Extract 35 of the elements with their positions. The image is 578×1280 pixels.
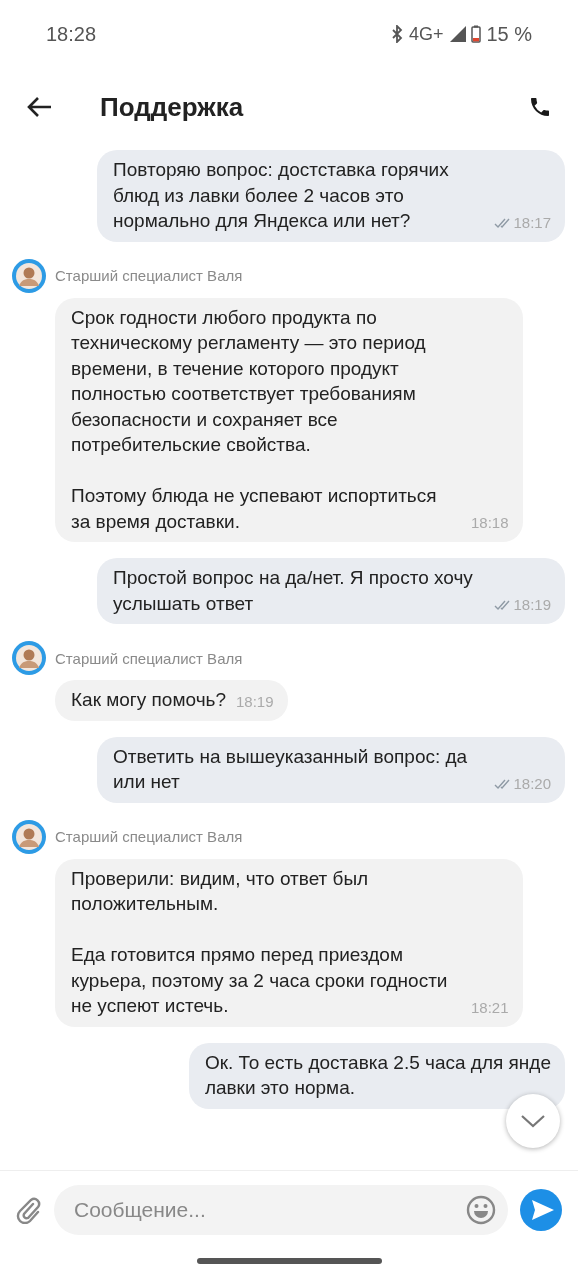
status-time: 18:28 — [46, 22, 97, 46]
message-time: 18:21 — [471, 998, 509, 1017]
message-time: 18:19 — [513, 596, 551, 614]
message-text: Повторяю вопрос: достставка горячих блюд из лавки более 2 часов это нормально для Яндекса или нет? — [113, 158, 450, 233]
back-arrow-icon[interactable] — [26, 96, 52, 118]
message-text: Проверили: видим, что ответ был положительным. Еда готовится прямо перед приездом курьера, поэтому за 2 часа сроки годности не успеют истечь. — [71, 866, 449, 1018]
sender-name: Старший специалист Валя — [55, 267, 243, 284]
message-time: 18:19 — [236, 692, 274, 711]
message-text: Простой вопрос на да/нет. Я просто хочу услышать ответ — [113, 566, 474, 616]
phone-icon[interactable] — [528, 95, 552, 119]
chat-title: Поддержка — [100, 91, 245, 123]
message-text: Ок. То есть доставка 2.5 часа для янде лавки это норма. — [204, 1050, 551, 1100]
message-time: 18:18 — [471, 514, 509, 532]
bluetooth-icon — [389, 25, 404, 43]
battery-level: 15 % — [486, 22, 532, 46]
message-text: Срок годности любого продукта по техническому регламенту — это период времени, в течение которого продукт полностью соответствует требованиям безопасности и сохраняет все потребительские свойства. Поэтому блюда не успевают испортиться за время доставки. — [71, 305, 438, 534]
signal-icon — [450, 26, 467, 42]
battery-icon — [471, 25, 482, 43]
avatar — [11, 640, 47, 676]
attach-icon[interactable] — [16, 1195, 42, 1224]
sender-name: Старший специалист Валя — [55, 649, 243, 667]
avatar — [11, 257, 47, 294]
message-text: Ответить на вышеуказанный вопрос: да или нет — [113, 744, 469, 794]
network-type: 4G+ — [408, 23, 444, 45]
message-time: 18:17 — [513, 213, 551, 232]
message-time: 18:20 — [513, 774, 551, 793]
message-text: Как могу помочь? — [71, 688, 226, 712]
message-input-field[interactable]: Сообщение... — [54, 1184, 508, 1235]
avatar — [11, 818, 47, 855]
scroll-down-button[interactable] — [506, 1094, 560, 1148]
send-button[interactable] — [520, 1188, 562, 1231]
sender-name: Старший специалист Валя — [55, 828, 243, 845]
send-icon — [530, 1198, 555, 1221]
chevron-down-icon — [520, 1113, 546, 1129]
emoji-icon[interactable] — [466, 1194, 496, 1225]
